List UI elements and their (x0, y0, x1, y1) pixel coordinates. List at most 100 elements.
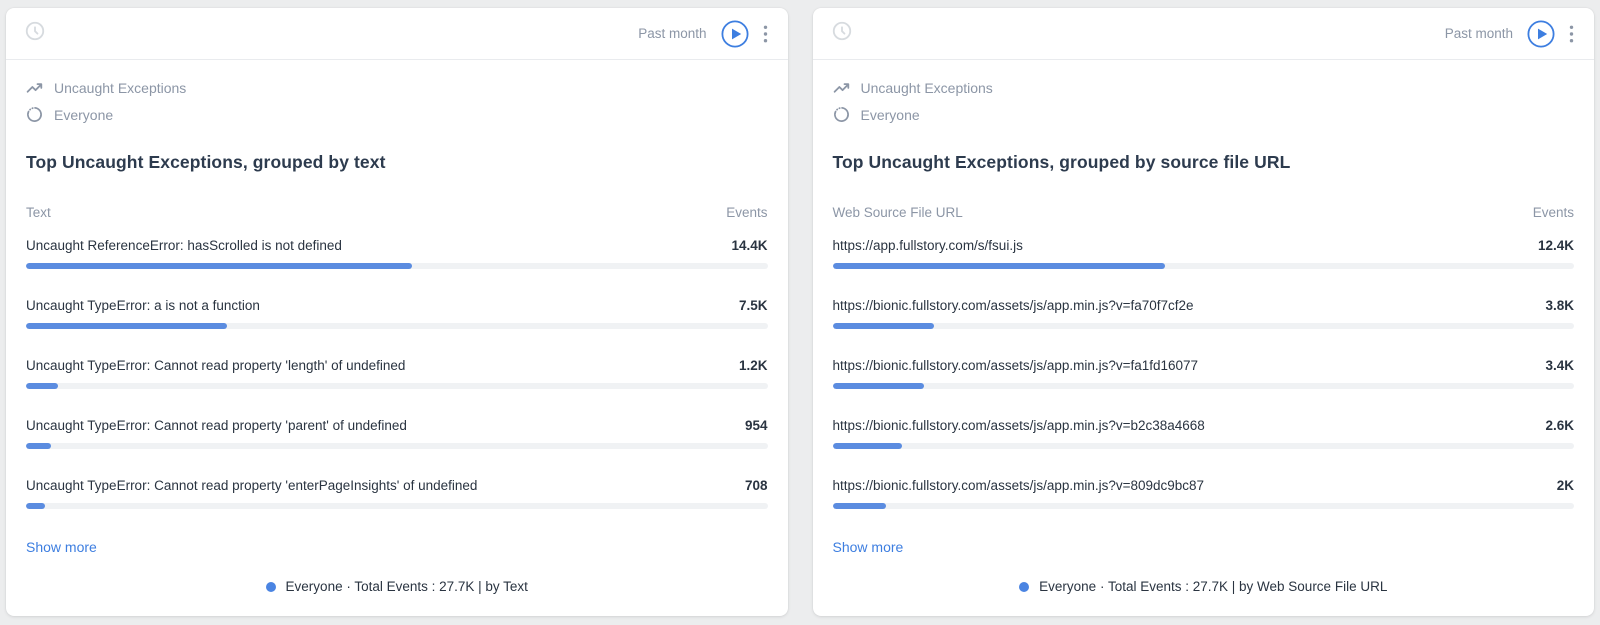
table-row[interactable]: Uncaught TypeError: Cannot read property… (26, 477, 768, 509)
card-body: Uncaught Exceptions Everyone Top Uncaugh… (6, 60, 788, 565)
row-line: https://bionic.fullstory.com/assets/js/a… (833, 477, 1575, 494)
row-label: https://bionic.fullstory.com/assets/js/a… (833, 417, 1205, 434)
row-label: Uncaught TypeError: a is not a function (26, 297, 260, 314)
show-more-link[interactable]: Show more (26, 539, 97, 556)
table-row[interactable]: https://bionic.fullstory.com/assets/js/a… (833, 297, 1575, 329)
dashboard: Past month (0, 0, 1600, 625)
bar-track (26, 323, 768, 329)
metric-label: Uncaught Exceptions (861, 80, 993, 96)
card-footer: Everyone · Total Events : 27.7K | by Tex… (6, 565, 788, 616)
row-label: https://bionic.fullstory.com/assets/js/a… (833, 477, 1205, 494)
row-line: https://bionic.fullstory.com/assets/js/a… (833, 357, 1575, 374)
row-label: https://app.fullstory.com/s/fsui.js (833, 237, 1023, 254)
segment-label: Everyone (861, 107, 920, 123)
kebab-menu-icon[interactable] (1567, 23, 1576, 45)
bar-fill (26, 383, 58, 389)
bar-fill (26, 443, 51, 449)
row-events-value: 2.6K (1545, 417, 1574, 434)
table-row[interactable]: Uncaught ReferenceError: hasScrolled is … (26, 237, 768, 269)
show-more-link[interactable]: Show more (833, 539, 904, 556)
legend-dot-icon (1019, 582, 1029, 592)
bar-track (833, 503, 1575, 509)
row-events-value: 3.4K (1545, 357, 1574, 374)
play-button[interactable] (1527, 20, 1555, 48)
table-header: Web Source File URL Events (833, 204, 1575, 221)
row-line: Uncaught ReferenceError: hasScrolled is … (26, 237, 768, 254)
bar-fill (833, 263, 1165, 269)
row-events-value: 708 (745, 477, 768, 494)
segment-circle-icon (833, 106, 850, 123)
segment-row: Everyone (26, 101, 768, 128)
row-events-value: 3.8K (1545, 297, 1574, 314)
bar-track (26, 443, 768, 449)
card-header: Past month (813, 8, 1595, 60)
bar-fill (833, 383, 924, 389)
card-body: Uncaught Exceptions Everyone Top Uncaugh… (813, 60, 1595, 565)
column-header-label: Web Source File URL (833, 204, 963, 221)
table-header: Text Events (26, 204, 768, 221)
card-title: Top Uncaught Exceptions, grouped by text (26, 150, 768, 174)
row-line: Uncaught TypeError: Cannot read property… (26, 357, 768, 374)
row-events-value: 954 (745, 417, 768, 434)
card-header: Past month (6, 8, 788, 60)
row-line: https://bionic.fullstory.com/assets/js/a… (833, 417, 1575, 434)
bar-fill (833, 323, 935, 329)
bar-track (833, 383, 1575, 389)
widget-card: Past month (6, 8, 788, 616)
bar-track (26, 383, 768, 389)
row-events-value: 14.4K (731, 237, 767, 254)
bar-track (26, 263, 768, 269)
legend-dot-icon (266, 582, 276, 592)
metric-label: Uncaught Exceptions (54, 80, 186, 96)
clock-icon (831, 20, 853, 47)
card-title: Top Uncaught Exceptions, grouped by sour… (833, 150, 1575, 174)
bar-track (833, 443, 1575, 449)
row-events-value: 1.2K (739, 357, 768, 374)
play-icon (1527, 20, 1555, 48)
footer-summary: Everyone · Total Events : 27.7K | by Web… (1039, 579, 1387, 594)
row-events-value: 2K (1557, 477, 1574, 494)
row-label: Uncaught TypeError: Cannot read property… (26, 417, 407, 434)
segment-row: Everyone (833, 101, 1575, 128)
card-footer: Everyone · Total Events : 27.7K | by Web… (813, 565, 1595, 616)
bar-track (833, 323, 1575, 329)
metric-row: Uncaught Exceptions (26, 74, 768, 101)
row-label: https://bionic.fullstory.com/assets/js/a… (833, 297, 1194, 314)
row-label: Uncaught TypeError: Cannot read property… (26, 357, 405, 374)
segment-label: Everyone (54, 107, 113, 123)
table-row[interactable]: Uncaught TypeError: Cannot read property… (26, 417, 768, 449)
segment-circle-icon (26, 106, 43, 123)
row-line: Uncaught TypeError: Cannot read property… (26, 477, 768, 494)
bar-fill (833, 503, 886, 509)
row-line: Uncaught TypeError: a is not a function … (26, 297, 768, 314)
play-icon (721, 20, 749, 48)
kebab-menu-icon[interactable] (761, 23, 770, 45)
clock-icon (24, 20, 46, 47)
table-row[interactable]: https://bionic.fullstory.com/assets/js/a… (833, 417, 1575, 449)
bar-track (833, 263, 1575, 269)
row-events-value: 7.5K (739, 297, 768, 314)
table-row[interactable]: Uncaught TypeError: Cannot read property… (26, 357, 768, 389)
rows: https://app.fullstory.com/s/fsui.js 12.4… (833, 221, 1575, 509)
table-row[interactable]: Uncaught TypeError: a is not a function … (26, 297, 768, 329)
table-row[interactable]: https://bionic.fullstory.com/assets/js/a… (833, 357, 1575, 389)
rows: Uncaught ReferenceError: hasScrolled is … (26, 221, 768, 509)
column-header-label: Text (26, 204, 51, 221)
play-button[interactable] (721, 20, 749, 48)
bar-fill (26, 263, 412, 269)
column-header-events: Events (1533, 204, 1574, 221)
row-events-value: 12.4K (1538, 237, 1574, 254)
row-line: https://app.fullstory.com/s/fsui.js 12.4… (833, 237, 1575, 254)
row-line: Uncaught TypeError: Cannot read property… (26, 417, 768, 434)
time-range-label[interactable]: Past month (1445, 26, 1513, 41)
table-row[interactable]: https://bionic.fullstory.com/assets/js/a… (833, 477, 1575, 509)
row-line: https://bionic.fullstory.com/assets/js/a… (833, 297, 1575, 314)
footer-summary: Everyone · Total Events : 27.7K | by Tex… (286, 579, 528, 594)
metric-row: Uncaught Exceptions (833, 74, 1575, 101)
trend-up-icon (833, 79, 850, 96)
bar-track (26, 503, 768, 509)
time-range-label[interactable]: Past month (638, 26, 706, 41)
row-label: https://bionic.fullstory.com/assets/js/a… (833, 357, 1199, 374)
table-row[interactable]: https://app.fullstory.com/s/fsui.js 12.4… (833, 237, 1575, 269)
bar-fill (26, 323, 227, 329)
